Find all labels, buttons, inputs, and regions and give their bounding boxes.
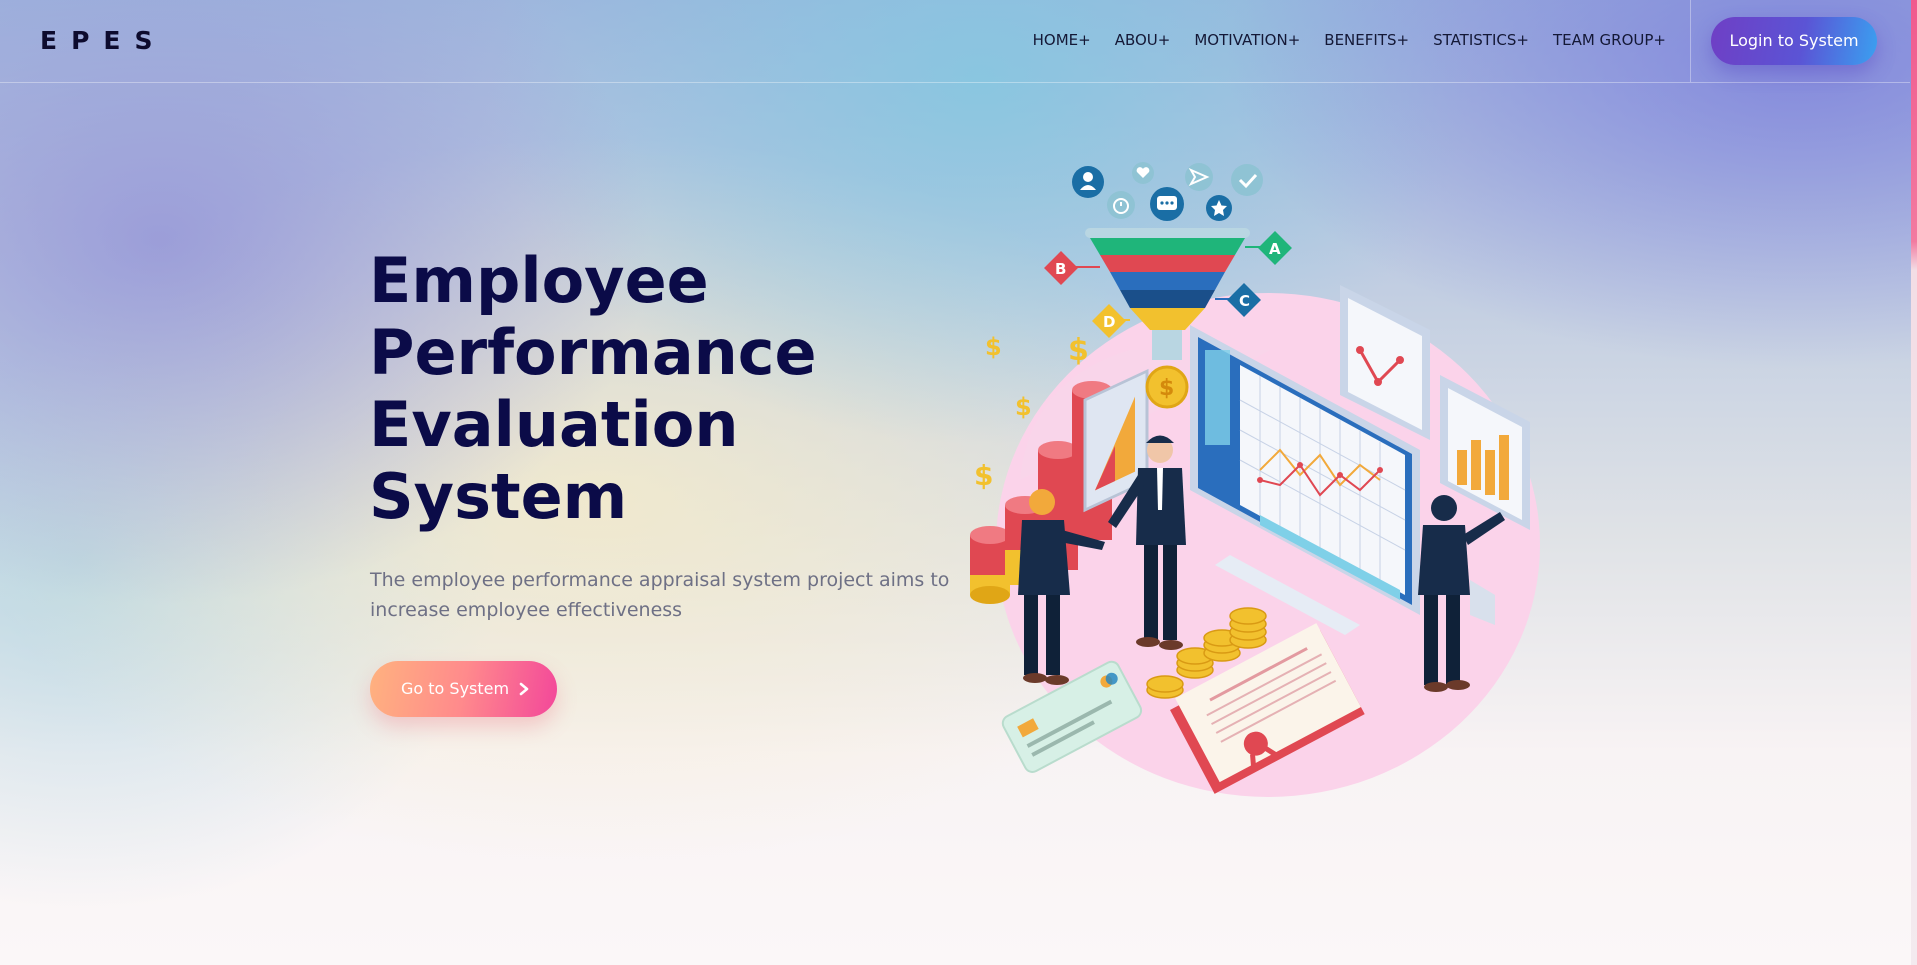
hero-title: Employee Performance Evaluation System	[369, 244, 817, 533]
timer-icon	[1107, 191, 1135, 219]
nav-item-benefits[interactable]: BENEFITS+	[1324, 31, 1409, 49]
nav-item-about[interactable]: ABOU+	[1115, 31, 1171, 49]
hero-subtitle: The employee performance appraisal syste…	[370, 569, 950, 621]
svg-text:$: $	[974, 459, 993, 492]
site-logo[interactable]: EPES	[40, 26, 166, 55]
check-icon	[1231, 164, 1263, 196]
heart-icon	[1132, 162, 1154, 184]
nav-item-home[interactable]: HOME+	[1033, 31, 1091, 49]
chevron-right-icon	[519, 682, 529, 696]
top-navbar: EPES HOME+ ABOU+ MOTIVATION+ BENEFITS+ S…	[0, 0, 1910, 83]
header-divider	[1690, 0, 1691, 82]
send-icon	[1185, 163, 1213, 191]
svg-text:$: $	[1159, 376, 1174, 401]
hero-illustration: $ $ $ $ $ A B C D	[970, 162, 1540, 797]
svg-text:B: B	[1055, 260, 1066, 278]
login-button[interactable]: Login to System	[1711, 17, 1877, 65]
svg-text:$: $	[1068, 333, 1089, 368]
svg-text:$: $	[1015, 393, 1032, 421]
scrollbar[interactable]	[1911, 0, 1917, 965]
nav-item-statistics[interactable]: STATISTICS+	[1433, 31, 1529, 49]
svg-text:$: $	[985, 333, 1002, 361]
main-nav: HOME+ ABOU+ MOTIVATION+ BENEFITS+ STATIS…	[1033, 31, 1666, 49]
floating-icons	[1072, 162, 1263, 221]
cta-label: Go to System	[401, 679, 510, 698]
user-icon	[1072, 166, 1104, 198]
star-icon	[1206, 195, 1232, 221]
go-to-system-button[interactable]: Go to System	[370, 661, 557, 717]
svg-text:D: D	[1103, 313, 1115, 331]
page-background	[0, 0, 1917, 965]
chat-icon	[1150, 187, 1184, 221]
svg-text:A: A	[1269, 240, 1281, 258]
svg-text:C: C	[1239, 292, 1250, 310]
nav-item-team-group[interactable]: TEAM GROUP+	[1553, 31, 1666, 49]
nav-item-motivation[interactable]: MOTIVATION+	[1194, 31, 1300, 49]
